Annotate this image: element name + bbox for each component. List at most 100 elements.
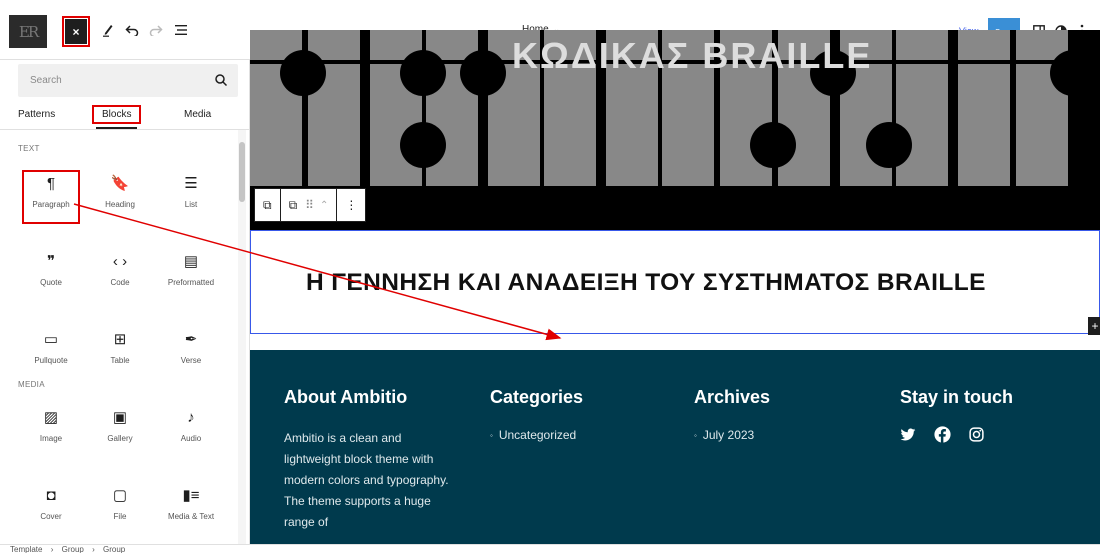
media-text-icon: ▮≡ [182, 487, 200, 504]
block-options-icon[interactable]: ⋮ [337, 189, 365, 221]
heading-icon: 🔖 [110, 175, 130, 192]
block-label: Audio [180, 434, 202, 443]
braille-image-title: ΚΩΔΙΚΑΣ BRAILLE [512, 35, 873, 76]
move-up-down-icon[interactable]: ⌃ [320, 200, 328, 211]
footer-categories-column: Categories ◦ Uncategorized [490, 387, 583, 442]
block-verse[interactable]: ✒ Verse [164, 328, 218, 378]
list-item[interactable]: ◦ Uncategorized [490, 428, 583, 442]
block-file[interactable]: ▢ File [93, 484, 147, 534]
block-audio[interactable]: ♪ Audio [164, 406, 218, 456]
block-preformatted[interactable]: ▤ Preformatted [164, 250, 218, 300]
footer-about-text: Ambitio is a clean and lightweight block… [284, 431, 449, 529]
braille-cell [1016, 94, 1068, 186]
footer-social-title: Stay in touch [900, 387, 1014, 407]
tab-blocks[interactable]: Blocks [91, 105, 142, 129]
braille-dot [1050, 50, 1096, 96]
facebook-icon[interactable] [934, 426, 951, 448]
block-gallery[interactable]: ▣ Gallery [93, 406, 147, 456]
inserter-tabs: Patterns Blocks Media [0, 100, 249, 130]
braille-dot [400, 122, 446, 168]
quote-icon: ❞ [46, 253, 56, 270]
preformatted-icon: ▤ [183, 253, 199, 270]
site-logo[interactable]: ER [9, 15, 47, 48]
block-code[interactable]: ‹ › Code [93, 250, 147, 300]
braille-cell [544, 94, 596, 186]
breadcrumb-item[interactable]: Group [103, 545, 125, 553]
file-icon: ▢ [112, 487, 128, 504]
add-block-icon[interactable]: + [1088, 317, 1100, 335]
block-quote[interactable]: ❞ Quote [24, 250, 78, 300]
braille-cell [606, 94, 658, 186]
code-icon: ‹ › [112, 252, 128, 270]
breadcrumb-item[interactable]: Group [62, 545, 84, 553]
block-label: Quote [40, 278, 62, 287]
undo-icon[interactable] [123, 21, 141, 39]
select-parent-icon[interactable]: ⧉ [255, 189, 281, 221]
block-label: Paragraph [32, 200, 70, 209]
braille-cell [250, 94, 302, 186]
twitter-icon[interactable] [900, 428, 916, 447]
paragraph-icon: ¶ [46, 174, 56, 192]
site-footer: About Ambitio Ambitio is a clean and lig… [250, 350, 1100, 544]
search-input[interactable]: Search [30, 75, 62, 86]
tab-patterns[interactable]: Patterns [18, 109, 55, 120]
block-label: Image [39, 434, 63, 443]
scrollbar-thumb[interactable] [239, 142, 245, 202]
block-list[interactable]: ☰ List [164, 172, 218, 222]
braille-cell [958, 30, 1010, 60]
search-field[interactable]: Search [18, 64, 238, 97]
block-toolbar: ⧉ ⧉ ⠿ ⌃ ⋮ [254, 188, 367, 222]
tab-media[interactable]: Media [184, 109, 211, 120]
breadcrumb-item[interactable]: Template [10, 545, 42, 553]
block-pullquote[interactable]: ▭ Pullquote [24, 328, 78, 378]
braille-dot [400, 50, 446, 96]
audio-icon: ♪ [187, 408, 195, 426]
category-link[interactable]: Uncategorized [499, 428, 576, 442]
braille-dot [280, 50, 326, 96]
instagram-icon[interactable] [969, 427, 984, 447]
heading-text[interactable]: Η ΓΕΝΝΗΣΗ ΚΑΙ ΑΝΑΔΕΙΞΗ ΤΟΥ ΣΥΣΤΗΜΑΤΟΣ BR… [306, 269, 986, 297]
image-icon: ▨ [43, 409, 59, 426]
block-image[interactable]: ▨ Image [24, 406, 78, 456]
braille-dot [460, 50, 506, 96]
block-label: Media & Text [167, 512, 215, 521]
block-table[interactable]: ⊞ Table [93, 328, 147, 378]
editor-canvas: ΚΩΔΙΚΑΣ BRAILLE ⧉ ⧉ ⠿ ⌃ ⋮ Η ΓΕΝΝΗΣΗ ΚΑΙ … [250, 30, 1100, 544]
heading-block[interactable]: Η ΓΕΝΝΗΣΗ ΚΑΙ ΑΝΑΔΕΙΞΗ ΤΟΥ ΣΥΣΤΗΜΑΤΟΣ BR… [250, 230, 1100, 334]
footer-categories-title: Categories [490, 387, 584, 407]
block-cover[interactable]: ◘ Cover [24, 484, 78, 534]
braille-cell [896, 30, 948, 60]
block-label: List [184, 200, 198, 209]
footer-archives-title: Archives [694, 387, 771, 407]
block-label: Preformatted [167, 278, 215, 287]
close-inserter-button[interactable]: × [62, 16, 90, 47]
list-icon: ☰ [184, 175, 198, 192]
block-type-switcher[interactable]: ⧉ ⠿ ⌃ [281, 189, 338, 221]
braille-dot [866, 122, 912, 168]
pen-icon[interactable] [100, 22, 116, 38]
breadcrumb: Template › Group › Group [0, 544, 1100, 553]
archive-link[interactable]: July 2023 [703, 428, 754, 442]
redo-icon[interactable] [147, 21, 165, 39]
footer-about-title: About Ambitio [284, 387, 408, 407]
block-media-text[interactable]: ▮≡ Media & Text [164, 484, 218, 534]
list-view-icon[interactable] [172, 21, 190, 39]
block-label: Cover [40, 512, 62, 521]
table-icon: ⊞ [113, 331, 127, 348]
gallery-icon: ▣ [112, 409, 128, 426]
list-item[interactable]: ◦ July 2023 [694, 428, 770, 442]
social-icons [900, 426, 1013, 448]
block-heading[interactable]: 🔖 Heading [93, 172, 147, 222]
breadcrumb-separator: › [50, 545, 54, 553]
block-inserter-panel: Search Patterns Blocks Media TEXT ¶ Parag… [0, 60, 250, 544]
braille-image[interactable]: ΚΩΔΙΚΑΣ BRAILLE ⧉ ⧉ ⠿ ⌃ ⋮ [250, 30, 1100, 230]
section-title-media: MEDIA [18, 380, 45, 389]
block-paragraph[interactable]: ¶ Paragraph [22, 170, 80, 224]
braille-cell [308, 94, 360, 186]
drag-handle-icon[interactable]: ⠿ [305, 198, 314, 212]
block-label: Code [110, 278, 130, 287]
block-label: Heading [105, 200, 135, 209]
sidebar-scrollbar[interactable] [238, 130, 246, 544]
braille-cell [662, 94, 714, 186]
bullet-icon: ◦ [490, 431, 493, 441]
